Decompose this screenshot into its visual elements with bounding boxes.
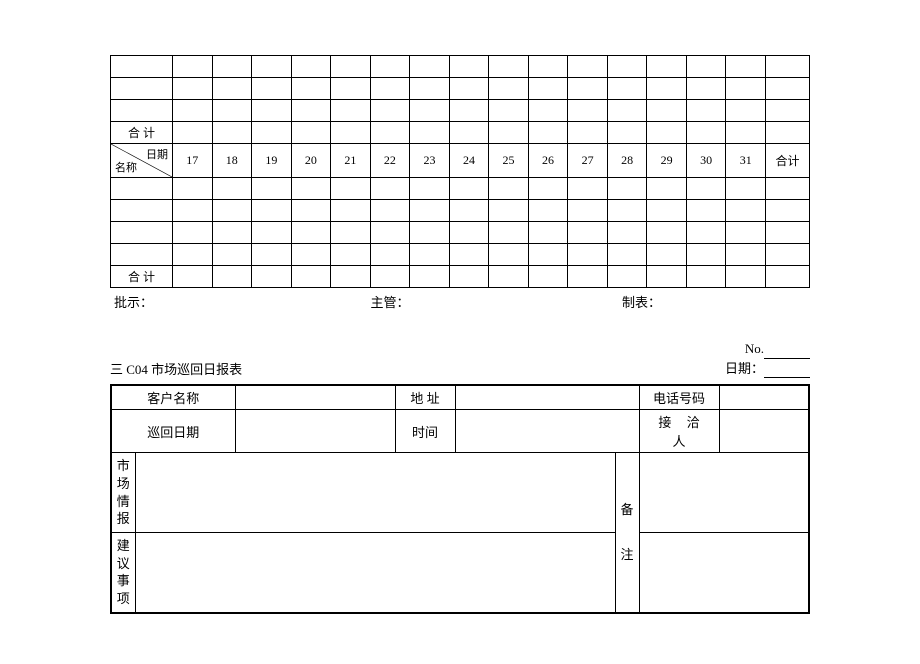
subtotal-label: 合 计 bbox=[111, 266, 173, 288]
table-row bbox=[111, 178, 810, 200]
table-row: 巡回日期 时间 接 洽 人 bbox=[111, 410, 809, 453]
tour-date-label: 巡回日期 bbox=[111, 410, 235, 453]
day-header: 17 bbox=[173, 144, 213, 178]
corner-header-cell: 日期 名称 bbox=[111, 144, 173, 178]
table-row bbox=[111, 222, 810, 244]
time-value[interactable] bbox=[455, 410, 639, 453]
time-label: 时间 bbox=[395, 410, 455, 453]
remark-value-2[interactable] bbox=[639, 533, 809, 613]
subtotal-row: 合 计 bbox=[111, 266, 810, 288]
day-header: 28 bbox=[607, 144, 647, 178]
customer-label: 客户名称 bbox=[111, 385, 235, 410]
footer-signatures: 批示： 主管： 制表： bbox=[110, 292, 810, 311]
day-header: 24 bbox=[449, 144, 489, 178]
total-header: 合计 bbox=[766, 144, 810, 178]
day-header: 19 bbox=[252, 144, 292, 178]
header-row: 日期 名称 17 18 19 20 21 22 23 24 25 26 27 2… bbox=[111, 144, 810, 178]
name-header-label: 名称 bbox=[115, 159, 137, 175]
date-header-label: 日期 bbox=[146, 146, 168, 162]
section-title: 三 C04 市场巡回日报表 bbox=[110, 359, 242, 378]
table-row bbox=[111, 100, 810, 122]
receiver-label: 接 洽 人 bbox=[639, 410, 719, 453]
table-row bbox=[111, 200, 810, 222]
no-field[interactable] bbox=[764, 345, 810, 359]
address-label: 地 址 bbox=[395, 385, 455, 410]
table-row: 建 议 事 项 bbox=[111, 533, 809, 613]
daily-report-table: 客户名称 地 址 电话号码 巡回日期 时间 接 洽 人 市 场 情 报 备 bbox=[110, 384, 810, 614]
table-row bbox=[111, 78, 810, 100]
tour-date-value[interactable] bbox=[235, 410, 395, 453]
table-row bbox=[111, 56, 810, 78]
date-field[interactable] bbox=[764, 364, 810, 378]
subtotal-label: 合 计 bbox=[111, 122, 173, 144]
no-label: No. bbox=[745, 341, 764, 356]
customer-value[interactable] bbox=[235, 385, 395, 410]
day-header: 31 bbox=[726, 144, 766, 178]
day-header: 22 bbox=[370, 144, 410, 178]
day-header: 18 bbox=[212, 144, 252, 178]
supervisor-label: 主管： bbox=[298, 292, 482, 311]
day-header: 25 bbox=[489, 144, 529, 178]
market-info-label: 市 场 情 报 bbox=[111, 453, 135, 533]
phone-label: 电话号码 bbox=[639, 385, 719, 410]
address-value[interactable] bbox=[455, 385, 639, 410]
section-daily-report: 三 C04 市场巡回日报表 No. 日期： 客户名称 地 址 电话号码 巡回日期 bbox=[110, 339, 810, 614]
day-header: 21 bbox=[331, 144, 371, 178]
day-header: 20 bbox=[291, 144, 331, 178]
day-header: 30 bbox=[686, 144, 726, 178]
subtotal-row: 合 计 bbox=[111, 122, 810, 144]
preparer-label: 制表： bbox=[482, 292, 806, 311]
day-header: 29 bbox=[647, 144, 687, 178]
day-header: 23 bbox=[410, 144, 450, 178]
suggestion-value[interactable] bbox=[135, 533, 615, 613]
approve-label: 批示： bbox=[114, 292, 298, 311]
day-header: 26 bbox=[528, 144, 568, 178]
remark-value-1[interactable] bbox=[639, 453, 809, 533]
receiver-value[interactable] bbox=[719, 410, 809, 453]
phone-value[interactable] bbox=[719, 385, 809, 410]
day-header: 27 bbox=[568, 144, 608, 178]
suggestion-label: 建 议 事 项 bbox=[111, 533, 135, 613]
date-label: 日期： bbox=[725, 361, 764, 376]
table-row: 市 场 情 报 备 注 bbox=[111, 453, 809, 533]
table-row bbox=[111, 244, 810, 266]
market-info-value[interactable] bbox=[135, 453, 615, 533]
monthly-grid-table: 合 计 日期 名称 17 18 19 20 21 22 23 24 25 26 … bbox=[110, 55, 810, 288]
table-row: 客户名称 地 址 电话号码 bbox=[111, 385, 809, 410]
remark-label: 备 注 bbox=[615, 453, 639, 613]
